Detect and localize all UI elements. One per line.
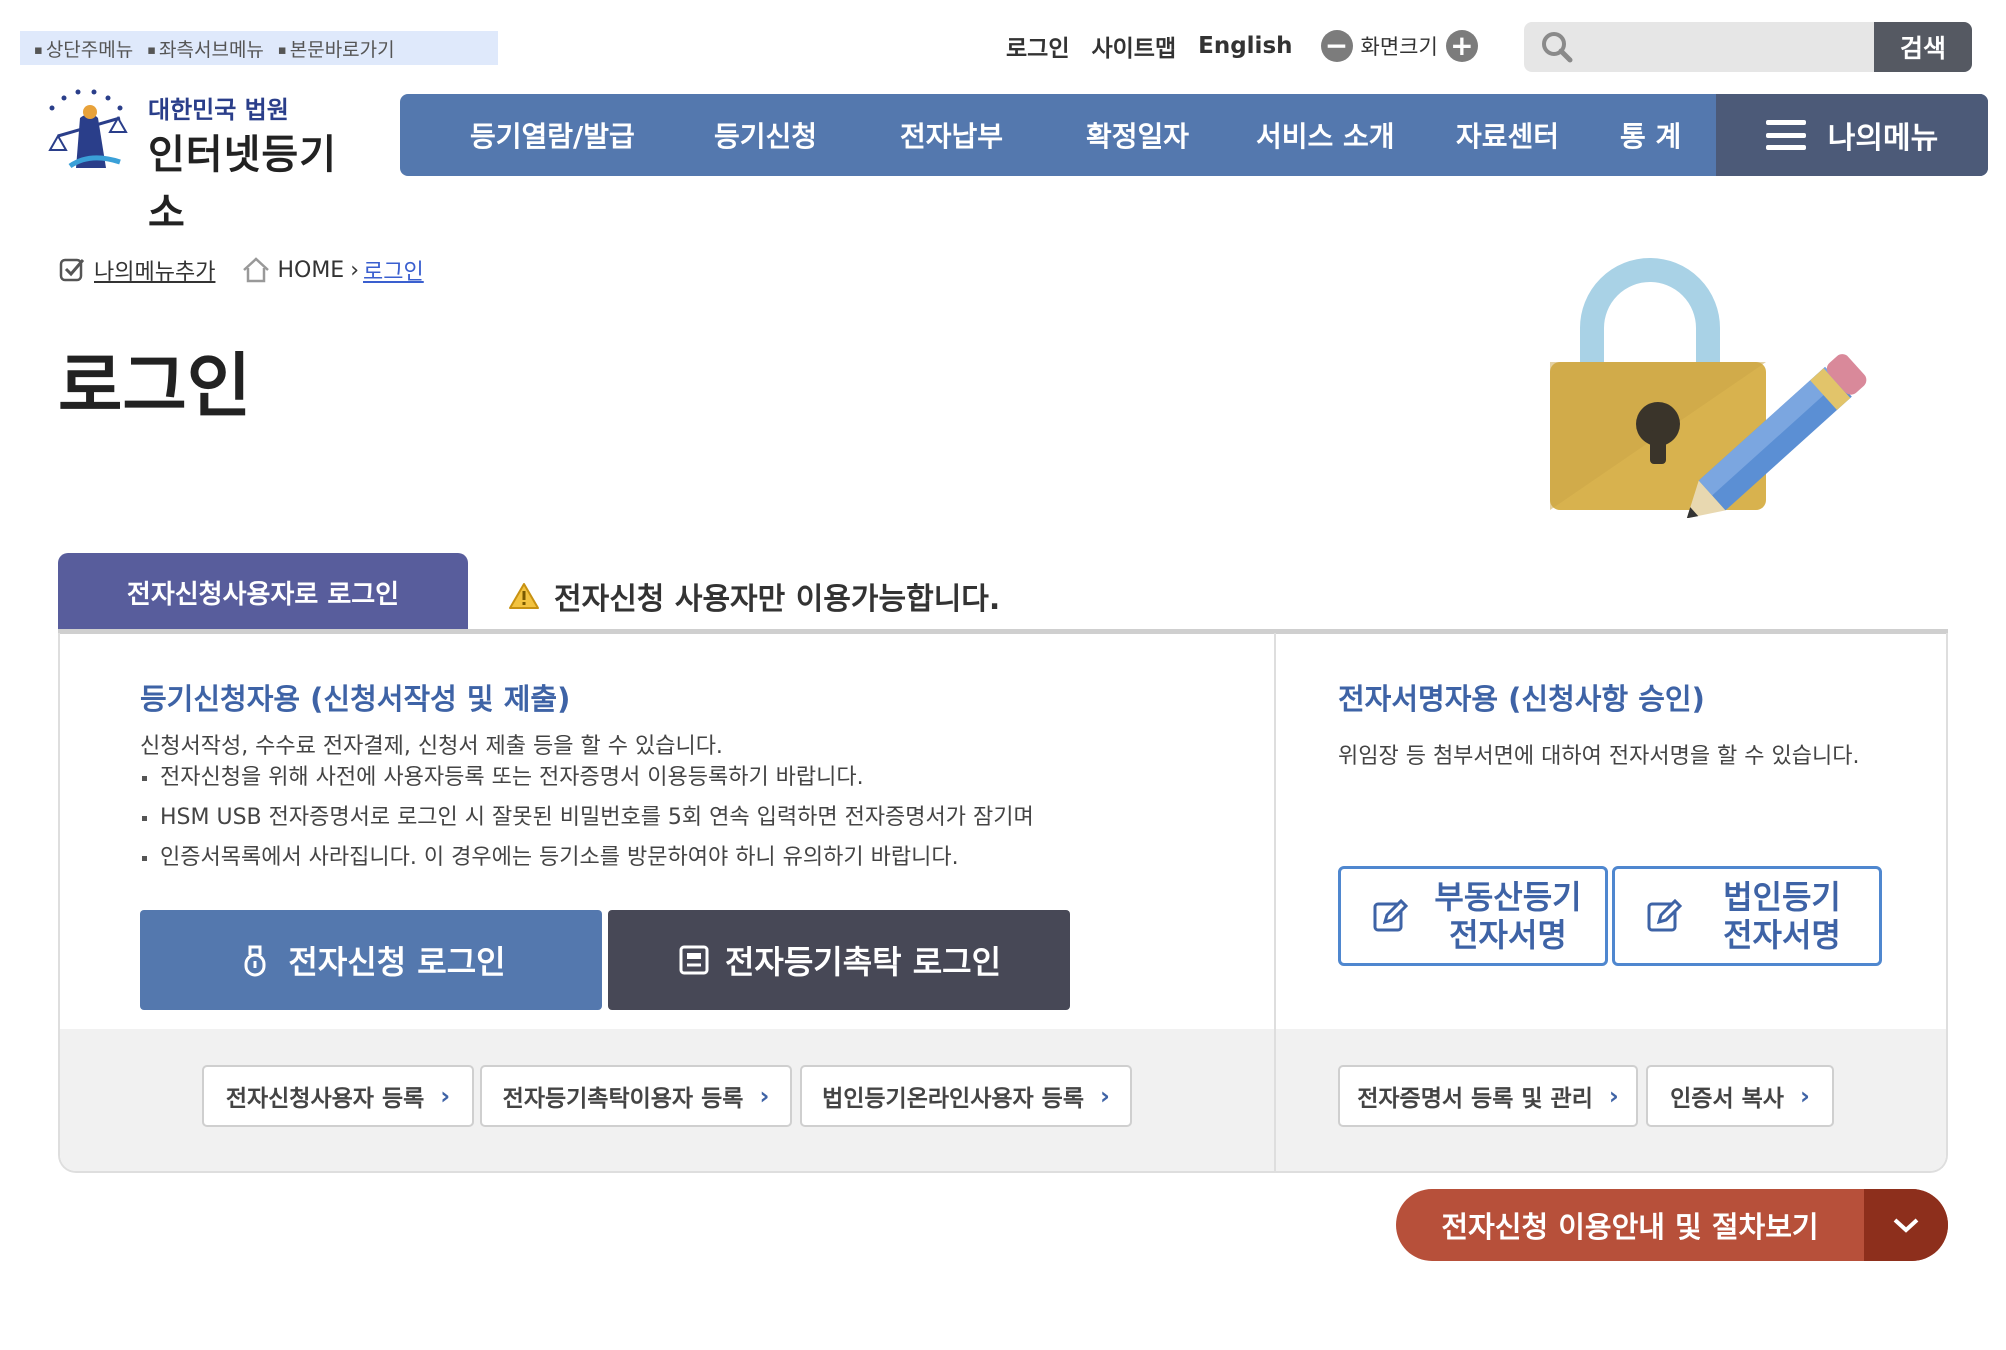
edit-icon	[1647, 898, 1683, 932]
corporate-e-sign-label: 법인등기 전자서명	[1705, 878, 1879, 954]
real-estate-e-sign-button[interactable]: 부동산등기 전자서명	[1338, 866, 1608, 966]
e-certificate-manage-label: 전자증명서 등록 및 관리	[1357, 1086, 1593, 1112]
notice-text: 전자신청 사용자만 이용가능합니다.	[554, 582, 1001, 617]
chevron-right-icon: ›	[759, 1082, 770, 1110]
english-link[interactable]: English	[1198, 33, 1292, 59]
font-size-control: − 화면크기 +	[1320, 30, 1478, 62]
checkbox-check-icon	[59, 258, 85, 282]
e-trust-login-button[interactable]: 전자등기촉탁 로그인	[608, 910, 1070, 1010]
court-emblem-icon	[48, 89, 128, 169]
breadcrumb-home-label: HOME	[277, 257, 345, 283]
register-e-trust-user-button[interactable]: 전자등기촉탁이용자 등록 ›	[480, 1065, 792, 1127]
applicant-description: 신청서작성, 수수료 전자결제, 신청서 제출 등을 할 수 있습니다.	[140, 734, 723, 759]
applicant-note: 인증서목록에서 사라집니다. 이 경우에는 등기소를 방문하여야 하니 유의하기…	[140, 838, 1034, 878]
utility-nav: 로그인 사이트맵 English − 화면크기 +	[1006, 24, 1478, 68]
register-corp-online-user-label: 법인등기온라인사용자 등록	[822, 1086, 1085, 1112]
chevron-right-icon: ›	[1100, 1082, 1110, 1110]
e-certificate-manage-button[interactable]: 전자증명서 등록 및 관리 ›	[1338, 1065, 1638, 1127]
document-icon	[679, 945, 709, 975]
e-trust-login-label: 전자등기촉탁 로그인	[724, 943, 1002, 981]
login-link[interactable]: 로그인	[1006, 29, 1069, 63]
corporate-e-sign-line2: 전자서명	[1723, 916, 1841, 954]
corporate-e-sign-line1: 법인등기	[1723, 878, 1841, 916]
notice-message: 전자신청 사용자만 이용가능합니다.	[508, 574, 1000, 618]
gnb-item-view-issue[interactable]: 등기열람/발급	[470, 94, 635, 176]
chevron-right-icon: ›	[440, 1082, 451, 1110]
search-box	[1524, 22, 1874, 72]
my-menu-label: 나의메뉴	[1827, 121, 1939, 156]
applicant-note: HSM USB 전자증명서로 로그인 시 잘못된 비밀번호를 5회 연속 입력하…	[140, 798, 1034, 838]
my-menu-button[interactable]: 나의메뉴	[1716, 94, 1988, 176]
signer-heading: 전자서명자용 (신청사항 승인)	[1338, 682, 1705, 716]
gnb-item-payment[interactable]: 전자납부	[900, 94, 1003, 176]
site-logo[interactable]: 대한민국 법원 인터넷등기소	[30, 78, 370, 236]
zoom-in-icon[interactable]: +	[1445, 30, 1478, 62]
sitemap-link[interactable]: 사이트맵	[1091, 29, 1176, 63]
gnb-item-fixed-date[interactable]: 확정일자	[1086, 94, 1189, 176]
search-button[interactable]: 검색	[1874, 22, 1972, 72]
gnb-item-application[interactable]: 등기신청	[714, 94, 817, 176]
chevron-right-icon: ›	[1799, 1082, 1810, 1110]
search-input[interactable]	[1582, 22, 1874, 72]
breadcrumb-separator-icon: ›	[350, 257, 360, 283]
corporate-e-sign-button[interactable]: 법인등기 전자서명	[1612, 866, 1882, 966]
gnb-item-service-intro[interactable]: 서비스 소개	[1256, 94, 1395, 176]
add-my-menu-label: 나의메뉴추가	[94, 260, 216, 285]
certificate-copy-label: 인증서 복사	[1670, 1086, 1784, 1112]
real-estate-e-sign-line1: 부동산등기	[1434, 878, 1582, 916]
applicant-note: 전자신청을 위해 사전에 사용자등록 또는 전자증명서 이용등록하기 바랍니다.	[140, 758, 1034, 798]
skip-link-left-menu[interactable]: 좌측서브메뉴	[147, 35, 264, 62]
add-my-menu-link[interactable]: 나의메뉴추가	[58, 254, 215, 286]
warning-icon	[509, 583, 539, 609]
register-e-trust-user-label: 전자등기촉탁이용자 등록	[502, 1086, 744, 1112]
skip-link-top-menu[interactable]: 상단주메뉴	[34, 35, 133, 62]
breadcrumb: 나의메뉴추가 HOME › 로그인	[58, 254, 424, 286]
page-title: 로그인	[58, 345, 252, 427]
register-e-application-user-button[interactable]: 전자신청사용자 등록 ›	[202, 1065, 474, 1127]
e-application-login-button[interactable]: 전자신청 로그인	[140, 910, 602, 1010]
breadcrumb-home[interactable]: HOME ›	[241, 256, 359, 284]
usb-token-icon	[244, 945, 266, 977]
main-navigation: 등기열람/발급 등기신청 전자납부 확정일자 서비스 소개 자료센터 통 계 나…	[400, 94, 1988, 176]
applicant-notes: 전자신청을 위해 사전에 사용자등록 또는 전자증명서 이용등록하기 바랍니다.…	[140, 758, 1034, 878]
hamburger-icon	[1765, 120, 1806, 150]
edit-icon	[1373, 898, 1409, 932]
register-e-application-user-label: 전자신청사용자 등록	[225, 1086, 425, 1112]
home-icon	[243, 257, 270, 283]
applicant-heading: 등기신청자용 (신청서작성 및 제출)	[140, 682, 571, 716]
usage-guide-label: 전자신청 이용안내 및 절차보기	[1441, 1210, 1819, 1244]
real-estate-e-sign-line2: 전자서명	[1449, 916, 1567, 954]
panel-divider	[1274, 633, 1276, 1171]
font-size-label: 화면크기	[1360, 35, 1438, 59]
gnb-item-statistics[interactable]: 통 계	[1620, 94, 1681, 176]
chevron-down-icon	[1864, 1189, 1948, 1261]
search-icon	[1542, 32, 1573, 63]
lock-pencil-illustration	[1550, 258, 1867, 518]
chevron-right-icon: ›	[1608, 1082, 1619, 1110]
certificate-copy-button[interactable]: 인증서 복사 ›	[1646, 1065, 1834, 1127]
signer-description: 위임장 등 첨부서면에 대하여 전자서명을 할 수 있습니다.	[1338, 744, 1860, 769]
usage-guide-button[interactable]: 전자신청 이용안내 및 절차보기	[1396, 1189, 1948, 1261]
gnb-item-resource-center[interactable]: 자료센터	[1456, 94, 1559, 176]
skip-links: 상단주메뉴 좌측서브메뉴 본문바로가기	[20, 31, 498, 65]
real-estate-e-sign-label: 부동산등기 전자서명	[1431, 878, 1605, 954]
skip-link-content[interactable]: 본문바로가기	[278, 35, 395, 62]
logo-subtitle: 대한민국 법원	[148, 96, 289, 124]
zoom-out-icon[interactable]: −	[1320, 30, 1353, 62]
breadcrumb-current[interactable]: 로그인	[363, 254, 424, 286]
search-bar: 검색	[1524, 22, 1972, 72]
logo-title: 인터넷등기소	[148, 132, 337, 236]
register-corp-online-user-button[interactable]: 법인등기온라인사용자 등록 ›	[800, 1065, 1132, 1127]
tab-e-application-login[interactable]: 전자신청사용자로 로그인	[58, 553, 468, 631]
e-application-login-label: 전자신청 로그인	[288, 943, 506, 981]
